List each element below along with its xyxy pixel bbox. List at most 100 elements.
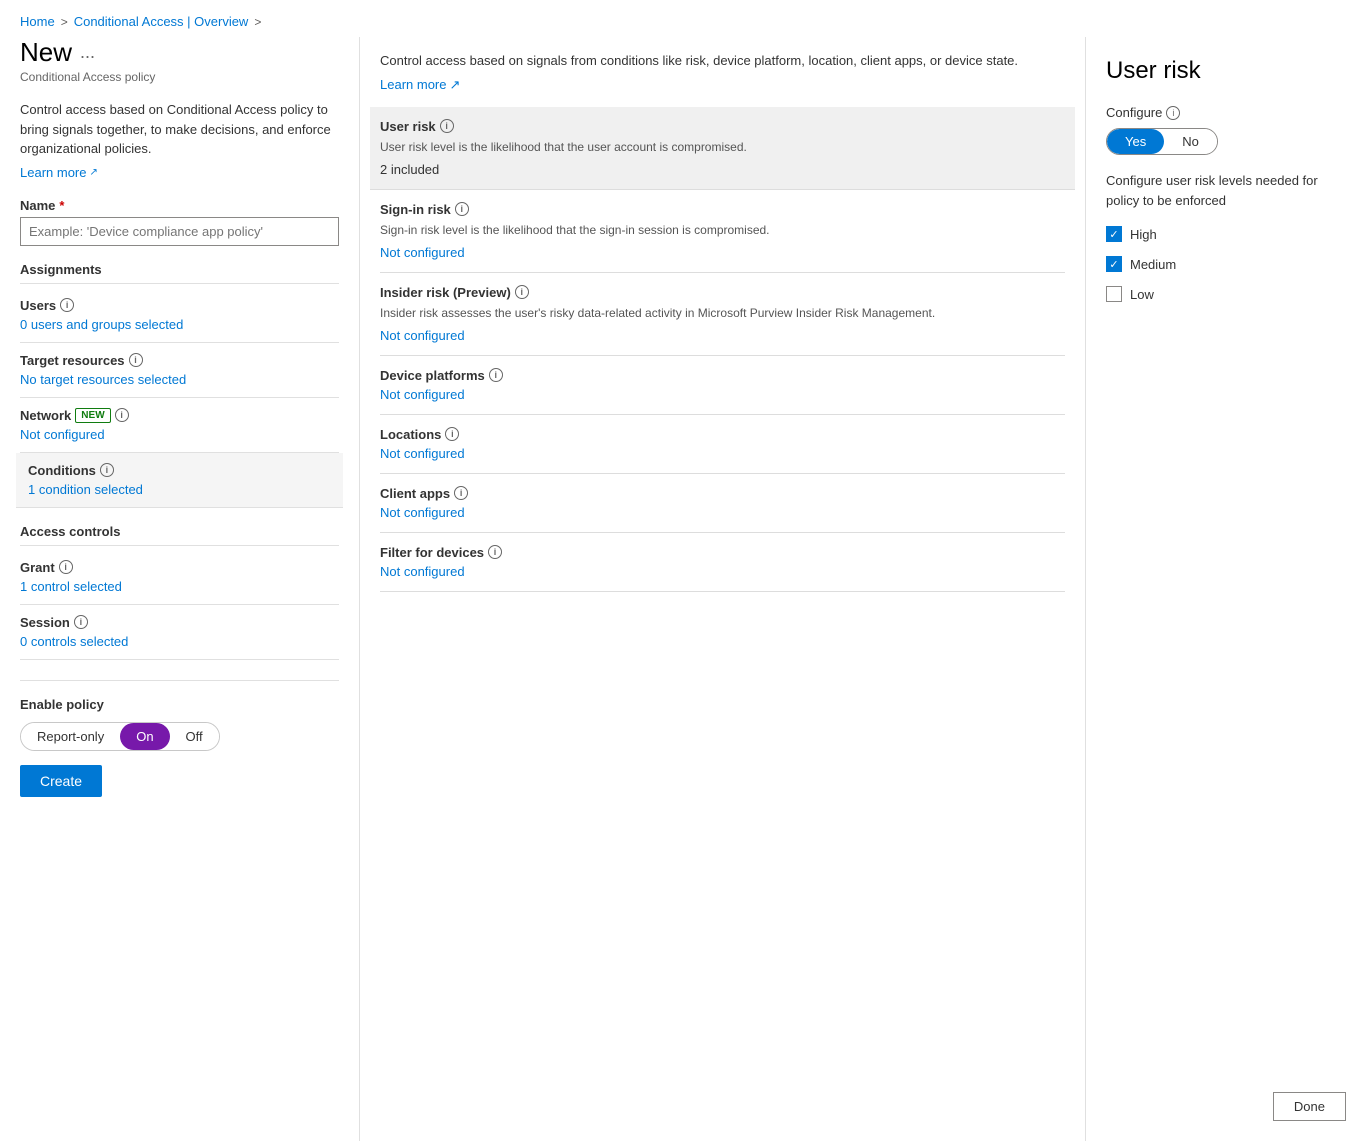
create-button[interactable]: Create bbox=[20, 765, 102, 797]
client-apps-info-icon[interactable]: i bbox=[454, 486, 468, 500]
condition-sign-in-risk[interactable]: Sign-in risk i Sign-in risk level is the… bbox=[380, 190, 1065, 273]
yes-button[interactable]: Yes bbox=[1107, 129, 1164, 154]
conditions-label: Conditions i bbox=[28, 463, 331, 478]
network-value[interactable]: Not configured bbox=[20, 427, 105, 442]
middle-ext-icon: ↗ bbox=[449, 77, 460, 93]
grant-info-icon[interactable]: i bbox=[59, 560, 73, 574]
breadcrumb-home[interactable]: Home bbox=[20, 14, 55, 29]
condition-insider-risk[interactable]: Insider risk (Preview) i Insider risk as… bbox=[380, 273, 1065, 356]
left-panel: New ... Conditional Access policy Contro… bbox=[0, 37, 360, 1141]
insider-risk-desc: Insider risk assesses the user's risky d… bbox=[380, 304, 1065, 322]
middle-description: Control access based on signals from con… bbox=[380, 51, 1065, 71]
network-info-icon[interactable]: i bbox=[115, 408, 129, 422]
grant-field: Grant i 1 control selected bbox=[20, 550, 339, 605]
middle-panel: Control access based on signals from con… bbox=[360, 37, 1086, 1141]
configure-info-icon[interactable]: i bbox=[1166, 106, 1180, 120]
external-link-icon: ↗ bbox=[89, 167, 97, 178]
conditions-value[interactable]: 1 condition selected bbox=[28, 482, 143, 497]
checkbox-medium[interactable]: Medium bbox=[1106, 256, 1346, 272]
checkbox-low[interactable]: Low bbox=[1106, 286, 1346, 302]
filter-devices-value[interactable]: Not configured bbox=[380, 564, 465, 579]
sign-in-risk-info-icon[interactable]: i bbox=[455, 202, 469, 216]
network-label: Network NEW i bbox=[20, 408, 339, 423]
breadcrumb-overview[interactable]: Conditional Access | Overview bbox=[74, 14, 249, 29]
device-platforms-title: Device platforms i bbox=[380, 368, 1065, 383]
configure-desc: Configure user risk levels needed for po… bbox=[1106, 171, 1346, 210]
client-apps-title: Client apps i bbox=[380, 486, 1065, 501]
enable-policy-toggle[interactable]: Report-only On Off bbox=[20, 722, 220, 751]
locations-title: Locations i bbox=[380, 427, 1065, 442]
main-layout: New ... Conditional Access policy Contro… bbox=[0, 37, 1366, 1141]
checkbox-high[interactable]: High bbox=[1106, 226, 1346, 242]
locations-value[interactable]: Not configured bbox=[380, 446, 465, 461]
target-resources-info-icon[interactable]: i bbox=[129, 353, 143, 367]
sign-in-risk-desc: Sign-in risk level is the likelihood tha… bbox=[380, 221, 1065, 239]
breadcrumb: Home > Conditional Access | Overview > bbox=[0, 0, 1366, 37]
target-resources-value[interactable]: No target resources selected bbox=[20, 372, 186, 387]
configure-label: Configure i bbox=[1106, 105, 1346, 120]
medium-checkbox[interactable] bbox=[1106, 256, 1122, 272]
user-risk-info-icon[interactable]: i bbox=[440, 119, 454, 133]
yes-no-toggle[interactable]: Yes No bbox=[1106, 128, 1218, 155]
page-subtitle: Conditional Access policy bbox=[20, 70, 339, 84]
ellipsis-menu[interactable]: ... bbox=[80, 42, 95, 63]
sign-in-risk-title: Sign-in risk i bbox=[380, 202, 1065, 217]
grant-value[interactable]: 1 control selected bbox=[20, 579, 122, 594]
report-only-btn[interactable]: Report-only bbox=[21, 723, 120, 750]
high-checkbox[interactable] bbox=[1106, 226, 1122, 242]
insider-risk-value[interactable]: Not configured bbox=[380, 328, 465, 343]
session-field: Session i 0 controls selected bbox=[20, 605, 339, 660]
device-platforms-info-icon[interactable]: i bbox=[489, 368, 503, 382]
users-value[interactable]: 0 users and groups selected bbox=[20, 317, 183, 332]
device-platforms-value[interactable]: Not configured bbox=[380, 387, 465, 402]
condition-locations[interactable]: Locations i Not configured bbox=[380, 415, 1065, 474]
session-value[interactable]: 0 controls selected bbox=[20, 634, 128, 649]
sign-in-risk-value[interactable]: Not configured bbox=[380, 245, 465, 260]
enable-policy-section: Enable policy Report-only On Off Create bbox=[20, 680, 339, 797]
name-section: Name * bbox=[20, 198, 339, 246]
session-info-icon[interactable]: i bbox=[74, 615, 88, 629]
left-description: Control access based on Conditional Acce… bbox=[20, 100, 339, 159]
conditions-field: Conditions i 1 condition selected bbox=[16, 453, 343, 508]
assignments-label: Assignments bbox=[20, 262, 339, 284]
condition-user-risk[interactable]: User risk i User risk level is the likel… bbox=[370, 107, 1075, 190]
on-btn[interactable]: On bbox=[120, 723, 169, 750]
name-input[interactable] bbox=[20, 217, 339, 246]
right-panel: User risk Configure i Yes No Configure u… bbox=[1086, 37, 1366, 1141]
required-asterisk: * bbox=[59, 198, 64, 213]
locations-info-icon[interactable]: i bbox=[445, 427, 459, 441]
page-title: New bbox=[20, 37, 72, 68]
target-resources-field: Target resources i No target resources s… bbox=[20, 343, 339, 398]
done-button[interactable]: Done bbox=[1273, 1092, 1346, 1121]
condition-device-platforms[interactable]: Device platforms i Not configured bbox=[380, 356, 1065, 415]
middle-learn-more[interactable]: Learn more ↗ bbox=[380, 77, 460, 93]
left-learn-more[interactable]: Learn more ↗ bbox=[20, 165, 98, 180]
page-title-row: New ... bbox=[20, 37, 339, 68]
target-resources-label: Target resources i bbox=[20, 353, 339, 368]
insider-risk-info-icon[interactable]: i bbox=[515, 285, 529, 299]
grant-label: Grant i bbox=[20, 560, 339, 575]
new-badge: NEW bbox=[75, 408, 110, 423]
condition-client-apps[interactable]: Client apps i Not configured bbox=[380, 474, 1065, 533]
medium-label: Medium bbox=[1130, 257, 1176, 272]
users-label: Users i bbox=[20, 298, 339, 313]
enable-policy-label: Enable policy bbox=[20, 697, 339, 712]
low-checkbox[interactable] bbox=[1106, 286, 1122, 302]
conditions-info-icon[interactable]: i bbox=[100, 463, 114, 477]
right-panel-title: User risk bbox=[1106, 57, 1346, 85]
client-apps-value[interactable]: Not configured bbox=[380, 505, 465, 520]
condition-filter-devices[interactable]: Filter for devices i Not configured bbox=[380, 533, 1065, 592]
session-label: Session i bbox=[20, 615, 339, 630]
filter-devices-info-icon[interactable]: i bbox=[488, 545, 502, 559]
users-field: Users i 0 users and groups selected bbox=[20, 288, 339, 343]
name-label: Name * bbox=[20, 198, 339, 213]
breadcrumb-sep2: > bbox=[254, 15, 261, 29]
no-button[interactable]: No bbox=[1164, 129, 1217, 154]
user-risk-desc: User risk level is the likelihood that t… bbox=[380, 138, 1065, 156]
off-btn[interactable]: Off bbox=[170, 723, 219, 750]
user-risk-value: 2 included bbox=[380, 162, 1065, 177]
network-field: Network NEW i Not configured bbox=[20, 398, 339, 453]
user-risk-title: User risk i bbox=[380, 119, 1065, 134]
users-info-icon[interactable]: i bbox=[60, 298, 74, 312]
done-button-container: Done bbox=[1273, 1092, 1346, 1121]
